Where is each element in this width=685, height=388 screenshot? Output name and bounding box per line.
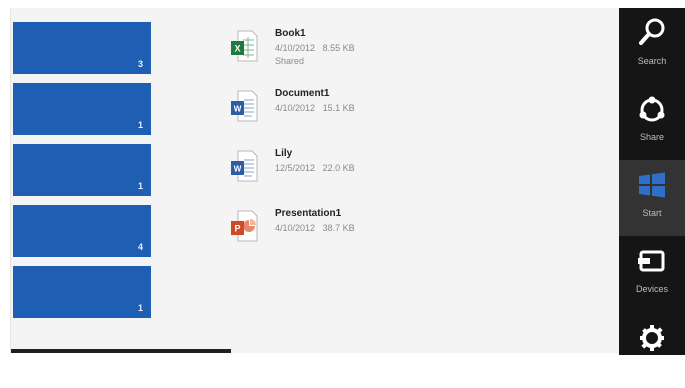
- file-date: 4/10/2012: [275, 43, 316, 53]
- charm-label: Search: [637, 56, 667, 66]
- word-icon: W: [229, 89, 259, 123]
- charm-label: Share: [639, 132, 665, 142]
- tile-count: 1: [137, 303, 143, 313]
- file-item-lily[interactable]: W Lily 12/5/2012 22.0 KB: [225, 148, 485, 197]
- folder-tile[interactable]: 3: [13, 22, 151, 74]
- file-meta: 4/10/2012 15.1 KB: [275, 103, 355, 113]
- file-meta: 4/10/2012 38.7 KB: [275, 223, 355, 233]
- charm-label: Start: [642, 208, 662, 218]
- folder-tile[interactable]: 1: [13, 266, 151, 318]
- file-meta: 12/5/2012 22.0 KB: [275, 163, 355, 173]
- file-date: 12/5/2012: [275, 163, 316, 173]
- file-name: Book1: [275, 28, 306, 39]
- share-icon: [639, 96, 665, 122]
- windows-start-icon: [639, 172, 665, 198]
- file-size: 22.0 KB: [322, 163, 355, 173]
- file-date: 4/10/2012: [275, 103, 316, 113]
- file-item-book1[interactable]: X Book1 4/10/2012 8.55 KB Shared: [225, 28, 485, 77]
- charm-devices[interactable]: Devices: [619, 236, 685, 312]
- svg-text:P: P: [234, 224, 240, 234]
- app-content: 3 1 1 4 1 X Book1 4/10/2012 8.55 KB Shar…: [10, 8, 621, 353]
- tile-count: 1: [137, 181, 143, 191]
- gear-icon: [640, 325, 664, 351]
- file-size: 38.7 KB: [322, 223, 355, 233]
- folder-tile[interactable]: 4: [13, 205, 151, 257]
- file-meta: 4/10/2012 8.55 KB: [275, 43, 355, 53]
- folder-tile[interactable]: 1: [13, 83, 151, 135]
- charm-share[interactable]: Share: [619, 84, 685, 160]
- bottom-bar: [11, 349, 231, 353]
- file-name: Presentation1: [275, 208, 342, 219]
- charm-search[interactable]: Search: [619, 8, 685, 84]
- file-status: Shared: [275, 56, 305, 66]
- file-name: Lily: [275, 148, 293, 159]
- file-date: 4/10/2012: [275, 223, 316, 233]
- file-name: Document1: [275, 88, 330, 99]
- tile-count: 1: [137, 120, 143, 130]
- charm-label: Devices: [635, 284, 668, 294]
- file-item-document1[interactable]: W Document1 4/10/2012 15.1 KB: [225, 88, 485, 137]
- tile-count: 3: [137, 59, 143, 69]
- charm-settings[interactable]: [619, 312, 685, 388]
- file-size: 15.1 KB: [322, 103, 355, 113]
- charms-bar: Search Share Start Devices: [619, 8, 685, 355]
- svg-text:X: X: [234, 44, 240, 54]
- folder-tile[interactable]: 1: [13, 144, 151, 196]
- word-icon: W: [229, 149, 259, 183]
- file-size: 8.55 KB: [322, 43, 355, 53]
- devices-icon: [638, 250, 665, 272]
- tile-count: 4: [137, 242, 143, 252]
- file-item-presentation1[interactable]: P Presentation1 4/10/2012 38.7 KB: [225, 208, 485, 257]
- powerpoint-icon: P: [229, 209, 259, 243]
- svg-text:W: W: [234, 105, 242, 114]
- search-icon: [639, 18, 665, 45]
- svg-text:W: W: [234, 165, 242, 174]
- charm-start[interactable]: Start: [619, 160, 685, 236]
- excel-icon: X: [229, 29, 259, 63]
